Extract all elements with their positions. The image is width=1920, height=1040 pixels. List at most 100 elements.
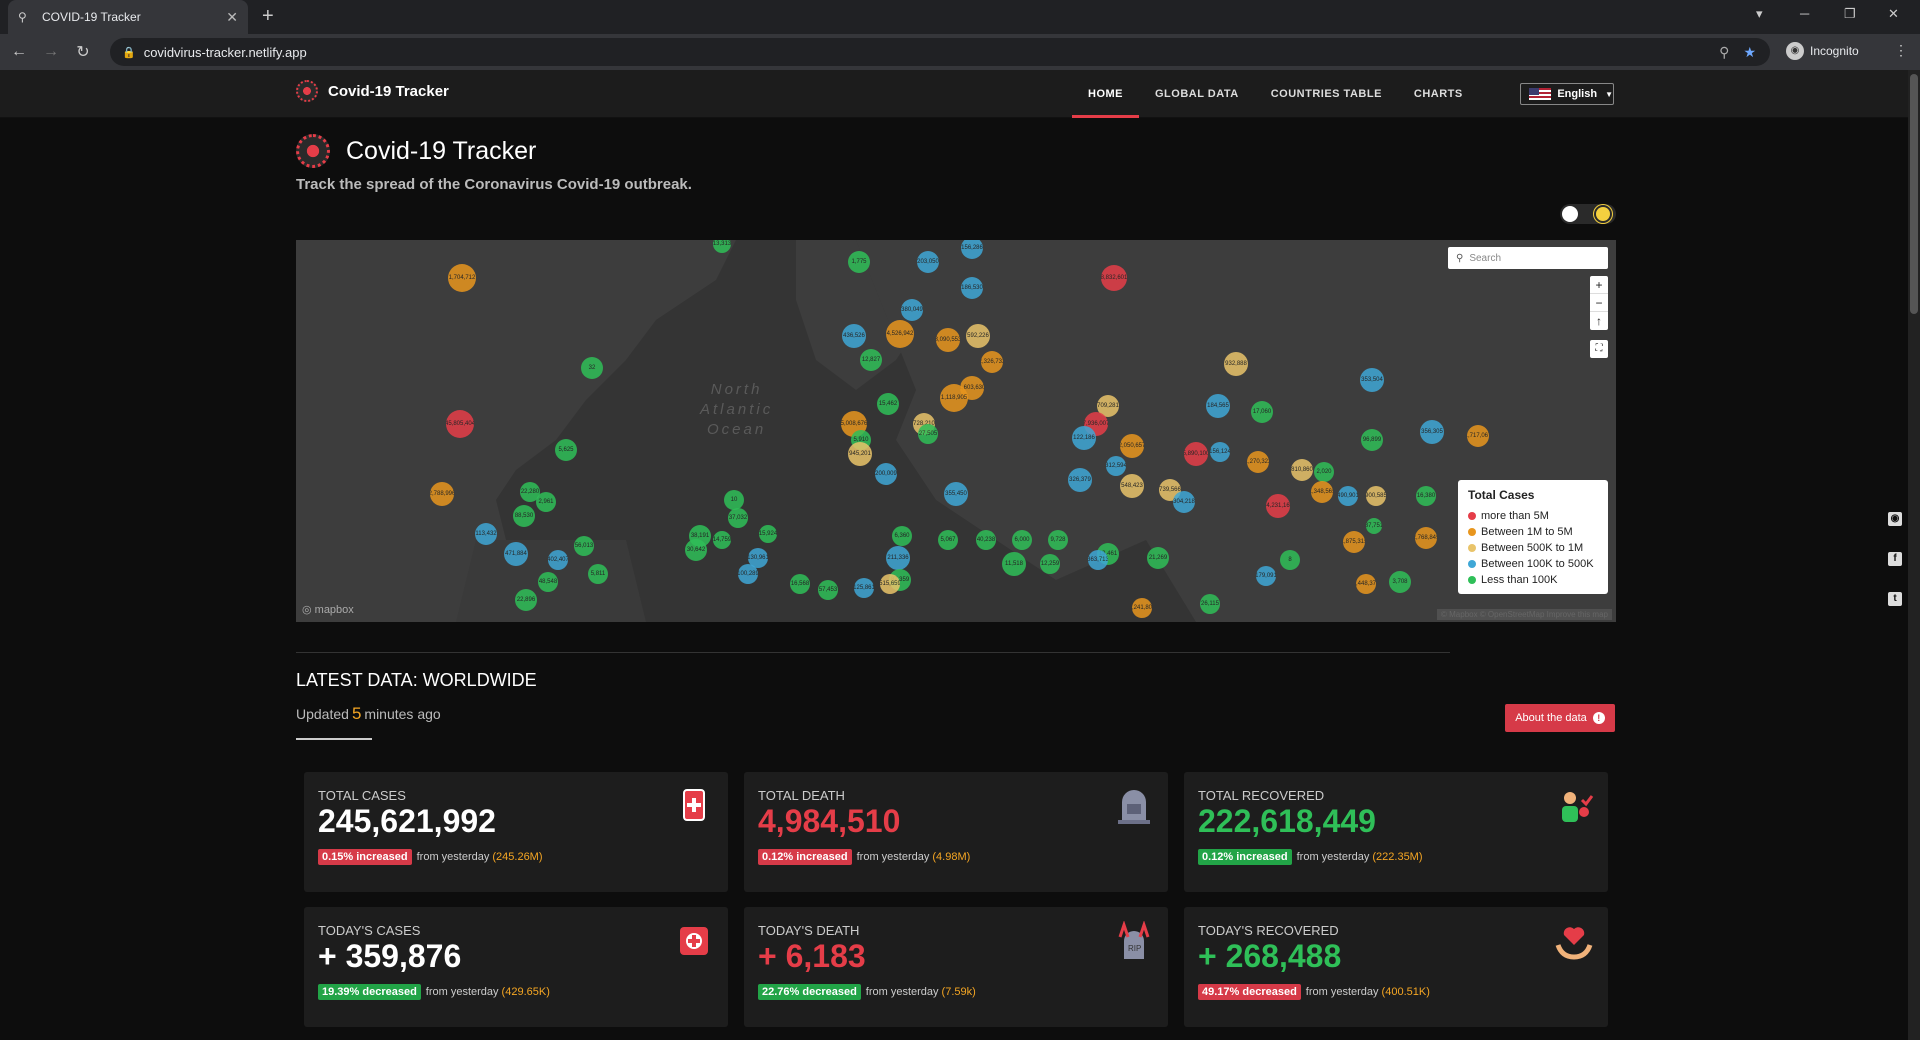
- case-bubble[interactable]: 8,832,601: [1101, 265, 1127, 291]
- case-bubble[interactable]: 37,032: [728, 508, 748, 528]
- case-bubble[interactable]: 22,896: [515, 589, 537, 611]
- case-bubble[interactable]: 203,050: [917, 251, 939, 273]
- case-bubble[interactable]: 26,115: [1200, 594, 1220, 614]
- case-bubble[interactable]: 402,407: [548, 550, 568, 570]
- zoom-in-button[interactable]: +: [1590, 276, 1608, 294]
- facebook-icon[interactable]: f: [1888, 552, 1902, 566]
- case-bubble[interactable]: 2,961: [536, 492, 556, 512]
- brand[interactable]: Covid-19 Tracker: [296, 80, 449, 102]
- case-bubble[interactable]: 945,201: [848, 442, 872, 466]
- case-bubble[interactable]: 3,708: [1389, 571, 1411, 593]
- forward-icon[interactable]: →: [38, 43, 64, 61]
- case-bubble[interactable]: 17,060: [1251, 401, 1273, 423]
- case-bubble[interactable]: 57,453: [818, 580, 838, 600]
- case-bubble[interactable]: 6,000: [1012, 530, 1032, 550]
- case-bubble[interactable]: 1,717,067: [1467, 425, 1489, 447]
- incognito-indicator[interactable]: ◉ Incognito: [1786, 42, 1859, 60]
- case-bubble[interactable]: 3,090,553: [936, 328, 960, 352]
- world-map[interactable]: North Atlantic Ocean 13,313 1,775 203,050 156…: [296, 240, 1616, 622]
- zoom-icon[interactable]: ⚲: [1719, 44, 1729, 61]
- case-bubble[interactable]: 2,448,372: [1356, 574, 1376, 594]
- case-bubble[interactable]: 211,336: [886, 546, 910, 570]
- case-bubble[interactable]: 4,526,942: [886, 320, 914, 348]
- case-bubble[interactable]: 2,326,732: [981, 351, 1003, 373]
- nav-home[interactable]: HOME: [1072, 70, 1139, 118]
- case-bubble[interactable]: 32: [581, 357, 603, 379]
- case-bubble[interactable]: 304,218: [1173, 491, 1195, 513]
- case-bubble[interactable]: 436,526: [842, 324, 866, 348]
- case-bubble[interactable]: 40,238: [976, 530, 996, 550]
- case-bubble[interactable]: 16,380: [1416, 486, 1436, 506]
- nav-global-data[interactable]: GLOBAL DATA: [1139, 70, 1255, 118]
- case-bubble[interactable]: 1,348,565: [1311, 481, 1333, 503]
- zoom-out-button[interactable]: −: [1590, 294, 1608, 312]
- case-bubble[interactable]: 471,884: [504, 542, 528, 566]
- case-bubble[interactable]: 37,751: [1366, 518, 1382, 534]
- case-bubble[interactable]: 15,462: [877, 393, 899, 415]
- case-bubble[interactable]: 1,270,322: [1247, 451, 1269, 473]
- theme-toggle[interactable]: [1560, 204, 1616, 224]
- case-bubble[interactable]: 5,811: [588, 564, 608, 584]
- case-bubble[interactable]: 56,013: [574, 536, 594, 556]
- case-bubble[interactable]: 125,861: [854, 578, 874, 598]
- case-bubble[interactable]: 1,875,315: [1343, 531, 1365, 553]
- case-bubble[interactable]: 200,009: [875, 463, 897, 485]
- case-bubble[interactable]: 16,568: [790, 574, 810, 594]
- case-bubble[interactable]: 380,049: [901, 299, 923, 321]
- case-bubble[interactable]: 14,759: [713, 531, 731, 549]
- github-icon[interactable]: ◉: [1888, 512, 1902, 526]
- case-bubble[interactable]: 6,360: [892, 526, 912, 546]
- case-bubble[interactable]: 10: [724, 490, 744, 510]
- compass-button[interactable]: ↑: [1590, 312, 1608, 330]
- close-window-icon[interactable]: ✕: [1888, 6, 1899, 22]
- case-bubble[interactable]: 27,505: [918, 424, 938, 444]
- case-bubble[interactable]: 184,565: [1206, 394, 1230, 418]
- mapbox-logo[interactable]: ◎ mapbox: [302, 603, 354, 616]
- case-bubble[interactable]: 5,890,100: [1184, 442, 1208, 466]
- page-scrollbar[interactable]: [1908, 70, 1920, 1040]
- case-bubble[interactable]: 34,231,163: [1266, 494, 1290, 518]
- case-bubble[interactable]: 326,379: [1068, 468, 1092, 492]
- case-bubble[interactable]: 515,659: [880, 574, 900, 594]
- maximize-icon[interactable]: ❐: [1844, 6, 1856, 22]
- case-bubble[interactable]: 2,788,996: [430, 482, 454, 506]
- case-bubble[interactable]: 11,518: [1002, 552, 1026, 576]
- case-bubble[interactable]: 9,728: [1048, 530, 1068, 550]
- case-bubble[interactable]: 30,642: [685, 539, 707, 561]
- case-bubble[interactable]: 12,259: [1040, 554, 1060, 574]
- nav-charts[interactable]: CHARTS: [1398, 70, 1479, 118]
- new-tab-icon[interactable]: +: [262, 5, 274, 28]
- nav-countries-table[interactable]: COUNTRIES TABLE: [1255, 70, 1398, 118]
- tab-search-icon[interactable]: ▾: [1756, 6, 1763, 22]
- case-bubble[interactable]: 15,924: [759, 525, 777, 543]
- case-bubble[interactable]: 179,091: [1256, 566, 1276, 586]
- reload-icon[interactable]: ↻: [70, 42, 96, 62]
- back-icon[interactable]: ←: [6, 43, 32, 61]
- close-tab-icon[interactable]: ✕: [226, 9, 238, 26]
- case-bubble[interactable]: 156,124: [1210, 442, 1230, 462]
- case-bubble[interactable]: 5,625: [555, 439, 577, 461]
- case-bubble[interactable]: 490,901: [1338, 486, 1358, 506]
- case-bubble[interactable]: 312,594: [1106, 456, 1126, 476]
- case-bubble[interactable]: 592,226: [966, 324, 990, 348]
- twitter-icon[interactable]: t: [1888, 592, 1902, 606]
- case-bubble[interactable]: 355,450: [944, 482, 968, 506]
- case-bubble[interactable]: 810,860: [1291, 459, 1313, 481]
- case-bubble[interactable]: 2,768,849: [1415, 527, 1437, 549]
- case-bubble[interactable]: 21,269: [1147, 547, 1169, 569]
- case-bubble[interactable]: 122,186: [1072, 426, 1096, 450]
- browser-tab[interactable]: ⚲ COVID-19 Tracker ✕: [8, 0, 248, 34]
- fullscreen-button[interactable]: ⛶: [1590, 340, 1608, 358]
- case-bubble[interactable]: 186,530: [961, 277, 983, 299]
- case-bubble[interactable]: 45,805,404: [446, 410, 474, 438]
- map-attribution[interactable]: © Mapbox © OpenStreetMap Improve this ma…: [1437, 609, 1612, 620]
- case-bubble[interactable]: 2,020: [1314, 462, 1334, 482]
- minimize-icon[interactable]: ─: [1800, 6, 1809, 21]
- about-data-button[interactable]: About the data !: [1505, 704, 1615, 732]
- case-bubble[interactable]: 353,504: [1360, 368, 1384, 392]
- case-bubble[interactable]: 12,827: [860, 349, 882, 371]
- case-bubble[interactable]: 1,704,712: [448, 264, 476, 292]
- case-bubble[interactable]: 48,548: [538, 572, 558, 592]
- case-bubble[interactable]: 932,888: [1224, 352, 1248, 376]
- bookmark-star-icon[interactable]: ★: [1743, 44, 1756, 61]
